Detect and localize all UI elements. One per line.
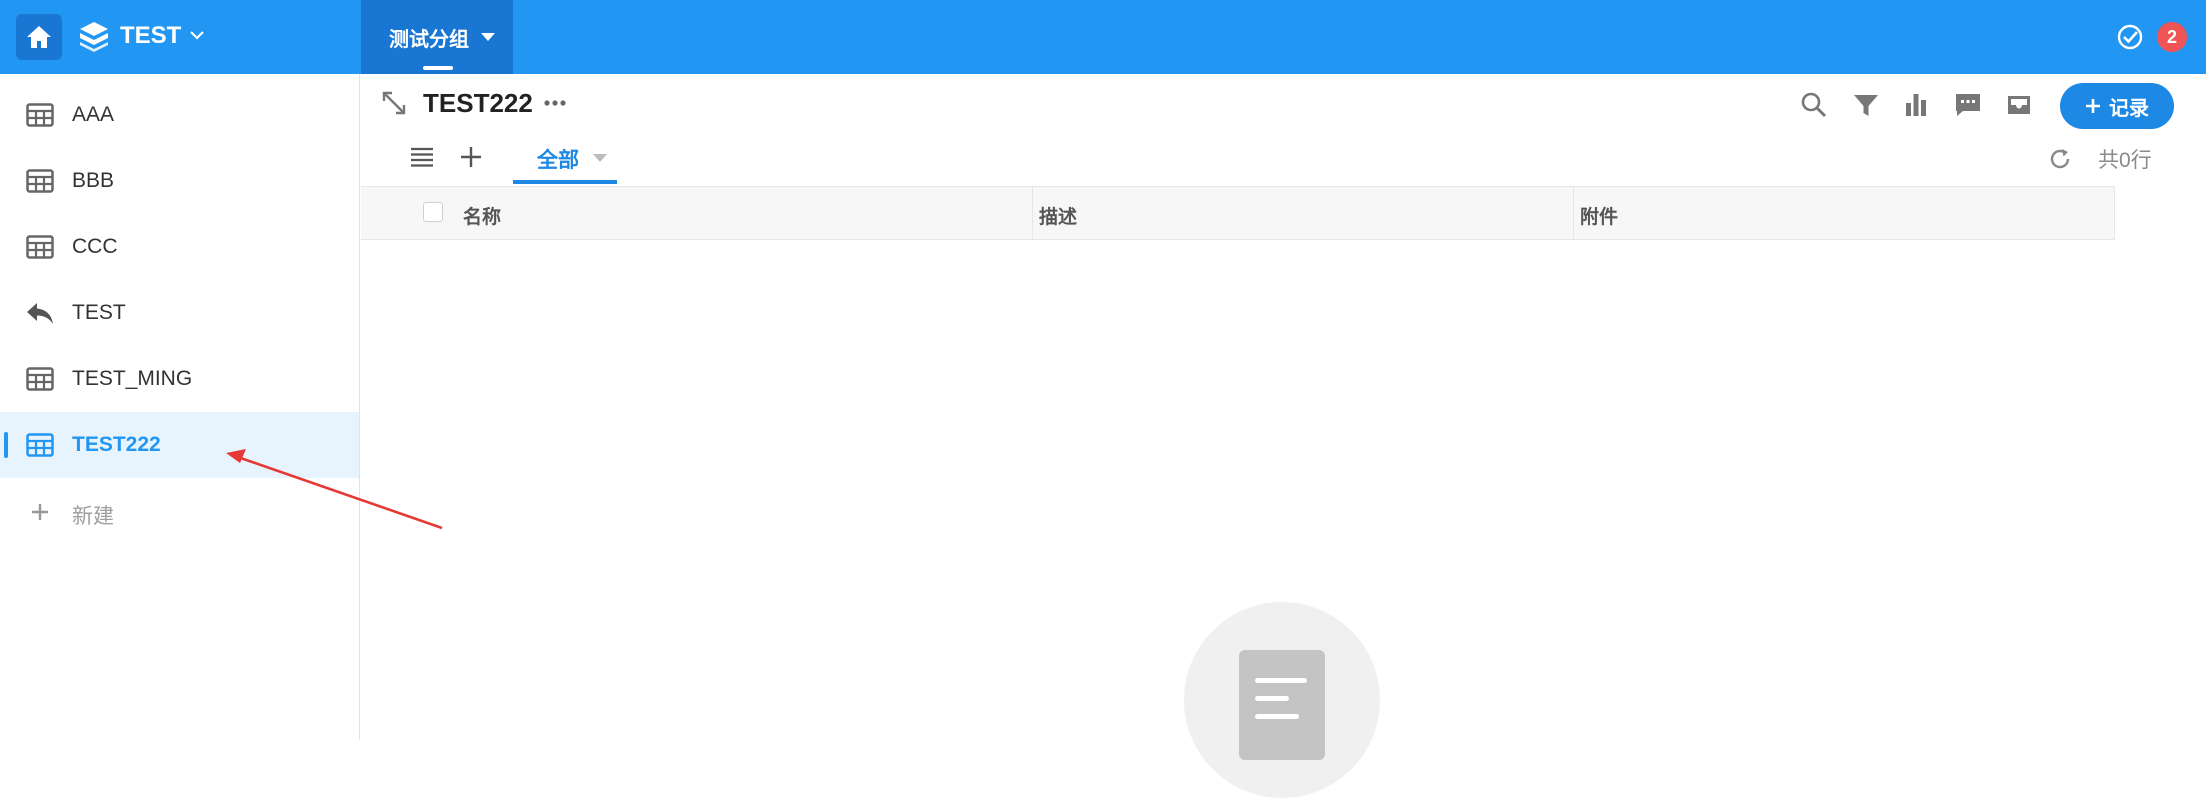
page-title: TEST222 xyxy=(423,88,533,118)
caret-down-icon xyxy=(481,33,495,41)
tab-view-all[interactable]: 全部 xyxy=(513,132,617,182)
expand-icon[interactable] xyxy=(381,90,407,116)
group-tab-label: 测试分组 xyxy=(389,29,469,51)
view-tab-label: 全部 xyxy=(537,149,579,172)
sidebar-item-label: TEST_MING xyxy=(72,367,193,390)
select-all-checkbox[interactable] xyxy=(423,202,443,222)
sidebar-new-button[interactable]: 新建 xyxy=(0,479,359,545)
sidebar-item-ccc[interactable]: CCC xyxy=(0,214,359,280)
table-icon xyxy=(26,433,54,457)
sidebar-item-label: TEST222 xyxy=(72,433,161,456)
sidebar-item-label: CCC xyxy=(72,235,118,258)
column-label: 描述 xyxy=(1039,207,1078,228)
column-label: 附件 xyxy=(1580,207,1619,228)
empty-document-icon xyxy=(1239,650,1325,760)
sidebar-item-test222[interactable]: TEST222 xyxy=(0,412,359,478)
active-indicator xyxy=(4,432,8,458)
column-label: 名称 xyxy=(463,207,502,228)
main-panel: TEST222 记录 全部 共0行 名称 描述 附件 xyxy=(361,74,2206,798)
app-name[interactable]: TEST xyxy=(120,22,181,50)
plus-icon xyxy=(32,504,48,520)
list-icon[interactable] xyxy=(409,146,435,168)
column-header-attachment[interactable]: 附件 xyxy=(1573,187,2114,239)
chart-icon[interactable] xyxy=(1901,90,1931,120)
column-header-description[interactable]: 描述 xyxy=(1032,187,1573,239)
sidebar: AAA BBB CCC TEST TEST_MING TEST222 新建 xyxy=(0,74,360,740)
add-record-button[interactable]: 记录 xyxy=(2060,83,2174,129)
table-icon xyxy=(26,169,54,193)
sidebar-item-label: AAA xyxy=(72,103,115,126)
home-button[interactable] xyxy=(16,14,62,60)
notification-badge[interactable]: 2 xyxy=(2157,22,2187,52)
plus-icon xyxy=(2086,99,2100,113)
row-count: 共0行 xyxy=(2098,149,2152,172)
comment-icon[interactable] xyxy=(1953,90,1983,120)
add-record-label: 记录 xyxy=(2109,97,2149,120)
sidebar-item-label: BBB xyxy=(72,169,115,192)
caret-down-icon xyxy=(593,154,607,162)
sidebar-item-aaa[interactable]: AAA xyxy=(0,82,359,148)
sidebar-item-test[interactable]: TEST xyxy=(0,280,359,346)
sidebar-item-bbb[interactable]: BBB xyxy=(0,148,359,214)
add-view-icon[interactable] xyxy=(459,145,483,169)
reply-icon xyxy=(27,303,53,324)
app-logo-icon xyxy=(80,22,108,52)
refresh-icon[interactable] xyxy=(2047,146,2073,172)
view-tab-underline xyxy=(513,180,617,184)
inbox-icon[interactable] xyxy=(2004,90,2034,120)
table-icon xyxy=(26,235,54,259)
home-icon xyxy=(27,26,51,48)
search-icon[interactable] xyxy=(1799,90,1829,120)
tab-group[interactable]: 测试分组 xyxy=(361,0,513,74)
column-header-name[interactable]: 名称 xyxy=(457,187,997,239)
more-icon[interactable] xyxy=(543,96,567,110)
sidebar-item-label: TEST xyxy=(72,301,126,324)
table-icon xyxy=(26,103,54,127)
table-header: 名称 描述 附件 xyxy=(361,186,2115,240)
tab-underline xyxy=(423,66,453,70)
sidebar-item-test-ming[interactable]: TEST_MING xyxy=(0,346,359,412)
chevron-down-icon[interactable] xyxy=(186,24,208,46)
filter-icon[interactable] xyxy=(1851,90,1881,120)
table-icon xyxy=(26,367,54,391)
sidebar-new-label: 新建 xyxy=(72,505,114,528)
top-bar: TEST 测试分组 2 xyxy=(0,0,2206,74)
check-circle-icon[interactable] xyxy=(2115,22,2145,52)
